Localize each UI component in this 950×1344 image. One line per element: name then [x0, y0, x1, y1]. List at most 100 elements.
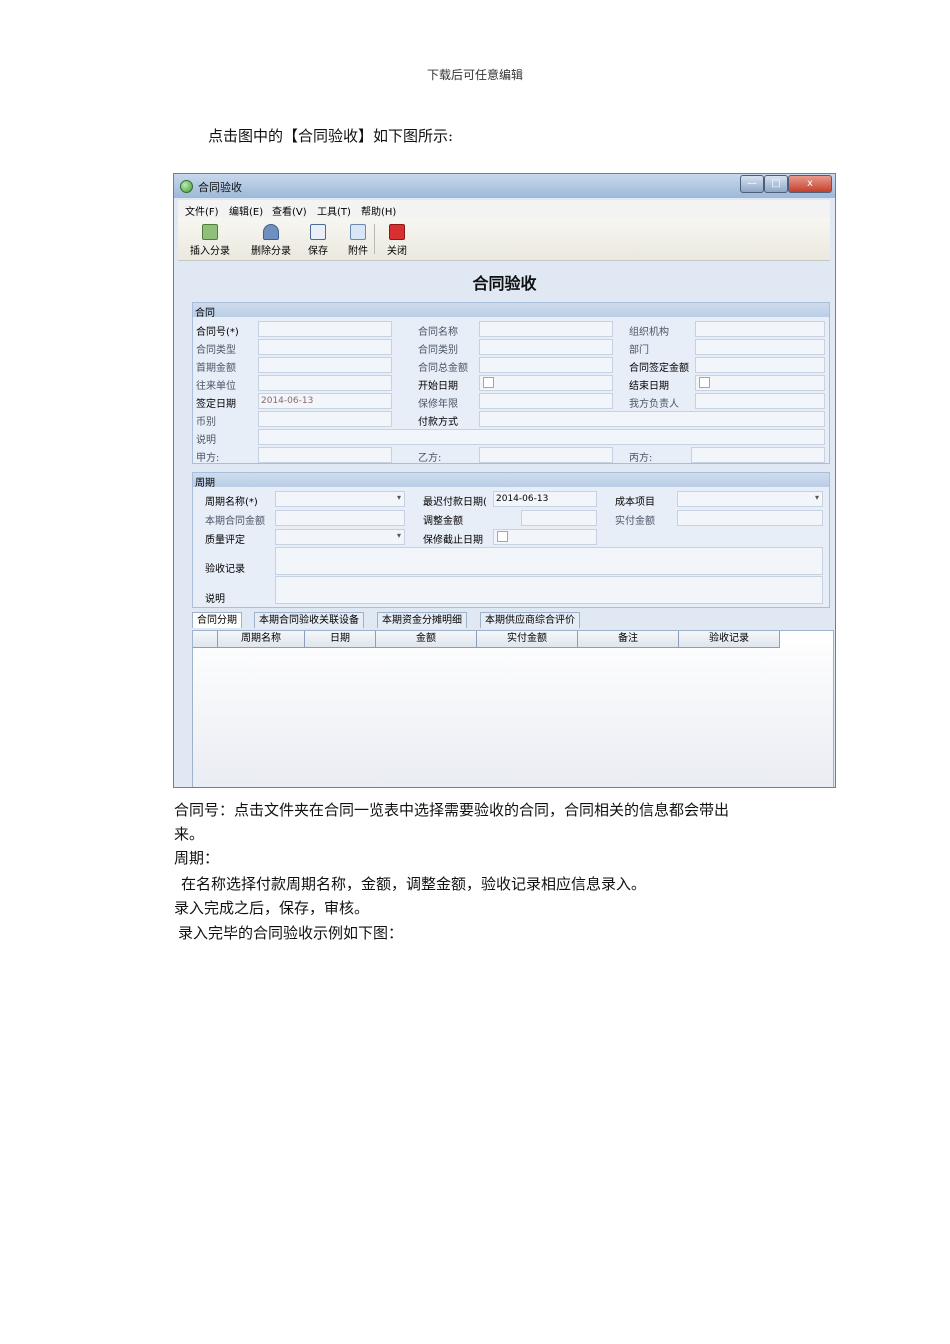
- party-c-field[interactable]: [691, 447, 825, 463]
- close-label: 关闭: [387, 246, 407, 257]
- acceptance-record-field[interactable]: [275, 547, 823, 575]
- end-date-label: 结束日期: [629, 381, 669, 392]
- our-person-field[interactable]: [695, 393, 825, 409]
- party-b-field[interactable]: [479, 447, 613, 463]
- latest-pay-date-label: 最迟付款日期(: [423, 497, 487, 508]
- warranty-end-checkbox[interactable]: [497, 531, 508, 542]
- grid-col-remark[interactable]: 备注: [578, 631, 679, 648]
- period-name-select[interactable]: ▾: [275, 491, 405, 507]
- end-date-field[interactable]: [695, 375, 825, 391]
- page-header: 下载后可任意编辑: [426, 68, 523, 82]
- grid-col-date[interactable]: 日期: [305, 631, 376, 648]
- period-group-header: 周期: [193, 473, 829, 489]
- warranty-end-field[interactable]: [493, 529, 597, 545]
- party-b-label: 乙方:: [418, 453, 442, 464]
- contract-category-label: 合同类别: [418, 345, 458, 356]
- start-date-label: 开始日期: [418, 381, 458, 392]
- delete-row-button[interactable]: 删除分录: [248, 220, 294, 258]
- attachment-button[interactable]: 附件: [338, 220, 378, 258]
- partner-label: 往来单位: [196, 381, 236, 392]
- delete-row-icon: [263, 224, 279, 240]
- body-line-3: 周期：: [174, 849, 220, 867]
- intro-text: 点击图中的【合同验收】如下图所示:: [208, 127, 454, 145]
- minimize-button[interactable]: —: [740, 175, 764, 193]
- tab-linked-equipment[interactable]: 本期合同验收关联设备: [254, 612, 364, 628]
- toolbar-separator: [374, 224, 375, 254]
- save-label: 保存: [308, 246, 328, 257]
- menu-edit[interactable]: 编辑(E): [229, 203, 263, 218]
- org-field[interactable]: [695, 321, 825, 337]
- current-contract-amount-field[interactable]: [275, 510, 405, 526]
- app-icon: [180, 180, 193, 193]
- grid-col-acceptance-record[interactable]: 验收记录: [679, 631, 780, 648]
- adjust-amount-label: 调整金额: [423, 516, 463, 527]
- party-a-field[interactable]: [258, 447, 392, 463]
- first-amount-field[interactable]: [258, 357, 392, 373]
- period-description-field[interactable]: [275, 576, 823, 604]
- save-button[interactable]: 保存: [298, 220, 338, 258]
- title-bar: 合同验收 — □ x: [174, 174, 835, 198]
- dept-field[interactable]: [695, 339, 825, 355]
- window-title: 合同验收: [198, 181, 242, 194]
- tab-supplier-evaluation[interactable]: 本期供应商综合评价: [480, 612, 580, 628]
- save-icon: [310, 224, 326, 240]
- sign-date-field[interactable]: 2014-06-13: [258, 393, 392, 409]
- body-line-4: 在名称选择付款周期名称，金额，调整金额，验收记录相应信息录入。: [181, 875, 647, 893]
- contract-description-field[interactable]: [258, 429, 825, 445]
- period-name-label: 周期名称(*): [205, 497, 258, 508]
- insert-row-label: 插入分录: [190, 246, 230, 257]
- close-button[interactable]: 关闭: [377, 220, 417, 258]
- contract-group-title: 合同: [195, 308, 215, 319]
- menu-view[interactable]: 查看(V): [272, 203, 307, 218]
- contract-name-field[interactable]: [479, 321, 613, 337]
- our-person-label: 我方负责人: [629, 399, 679, 410]
- contract-no-field[interactable]: [258, 321, 392, 337]
- contract-description-label: 说明: [196, 435, 216, 446]
- acceptance-record-label: 验收记录: [205, 564, 245, 575]
- cost-item-label: 成本项目: [615, 497, 655, 508]
- latest-pay-date-field[interactable]: 2014-06-13: [493, 491, 597, 507]
- start-date-checkbox[interactable]: [483, 377, 494, 388]
- row-header-corner: [193, 631, 218, 648]
- signed-amount-field[interactable]: [695, 357, 825, 373]
- body-line-5: 录入完成之后，保存，审核。: [174, 899, 370, 917]
- payment-method-field[interactable]: [479, 411, 825, 427]
- quality-label: 质量评定: [205, 535, 245, 546]
- grid-col-actual-amount[interactable]: 实付金额: [477, 631, 578, 648]
- insert-row-icon: [202, 224, 218, 240]
- insert-row-button[interactable]: 插入分录: [190, 220, 230, 258]
- chevron-down-icon: ▾: [814, 493, 819, 502]
- grid-col-period-name[interactable]: 周期名称: [218, 631, 305, 648]
- quality-select[interactable]: ▾: [275, 529, 405, 545]
- end-date-checkbox[interactable]: [699, 377, 710, 388]
- adjust-amount-field[interactable]: [521, 510, 597, 526]
- currency-label: 币别: [196, 417, 216, 428]
- menu-file[interactable]: 文件(F): [185, 203, 219, 218]
- sign-date-value: 2014-06-13: [261, 396, 314, 406]
- menu-tools[interactable]: 工具(T): [317, 203, 351, 218]
- chevron-down-icon: ▾: [396, 493, 401, 502]
- tab-contract-installments[interactable]: 合同分期: [192, 612, 242, 628]
- actual-amount-field[interactable]: [677, 510, 823, 526]
- period-group-title: 周期: [195, 478, 215, 489]
- contract-type-field[interactable]: [258, 339, 392, 355]
- sign-date-label: 签定日期: [196, 399, 236, 410]
- start-date-field[interactable]: [479, 375, 613, 391]
- close-window-button[interactable]: x: [788, 175, 832, 193]
- tab-fund-allocation[interactable]: 本期资金分摊明细: [377, 612, 467, 628]
- installments-grid: 周期名称 日期 金额 实付金额 备注 验收记录: [192, 630, 834, 787]
- warranty-years-field[interactable]: [479, 393, 613, 409]
- partner-field[interactable]: [258, 375, 392, 391]
- cost-item-select[interactable]: ▾: [677, 491, 823, 507]
- grid-col-amount[interactable]: 金额: [376, 631, 477, 648]
- body-line-1: 合同号：点击文件夹在合同一览表中选择需要验收的合同，合同相关的信息都会带出: [174, 801, 730, 819]
- menu-help[interactable]: 帮助(H): [361, 203, 396, 218]
- maximize-button[interactable]: □: [764, 175, 788, 193]
- delete-row-label: 删除分录: [251, 246, 291, 257]
- total-amount-field[interactable]: [479, 357, 613, 373]
- currency-field[interactable]: [258, 411, 392, 427]
- contract-type-label: 合同类型: [196, 345, 236, 356]
- current-contract-amount-label: 本期合同金额: [205, 516, 265, 527]
- contract-category-field[interactable]: [479, 339, 613, 355]
- dept-label: 部门: [629, 345, 649, 356]
